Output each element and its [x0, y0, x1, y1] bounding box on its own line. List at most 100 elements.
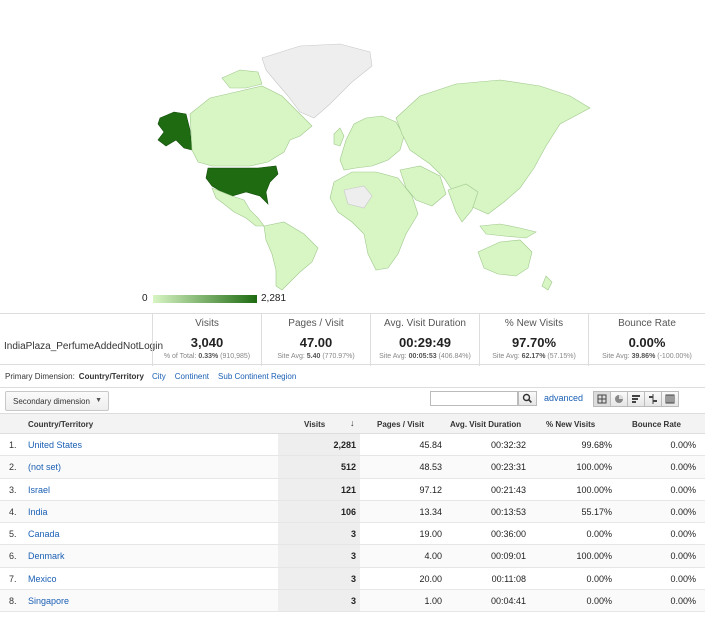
metric-sub-suffix: (57.15%) — [545, 353, 576, 360]
map-region-europe[interactable] — [339, 115, 405, 171]
metric-sub-suffix: (-100.00%) — [655, 353, 692, 360]
map-region-africa[interactable] — [329, 171, 419, 271]
header-avg-visit-duration[interactable]: Avg. Visit Duration — [450, 420, 521, 429]
table-row: 2. (not set) 512 48.53 00:23:31 100.00% 0.00% — [0, 456, 705, 479]
table-header: Country/Territory Visits ↓ Pages / Visit… — [0, 413, 705, 434]
secondary-dimension-label: Secondary dimension — [13, 397, 90, 406]
row-bounce-rate: 0.00% — [670, 529, 696, 540]
row-index: 6. — [9, 551, 17, 562]
search-button[interactable] — [518, 391, 537, 406]
header-country[interactable]: Country/Territory — [28, 420, 93, 429]
header-bounce-rate[interactable]: Bounce Rate — [632, 420, 681, 429]
row-index: 2. — [9, 462, 17, 473]
metric-subtext: Site Avg: 00:05:53 (406.84%) — [371, 353, 479, 360]
row-pages-per-visit: 20.00 — [419, 573, 442, 584]
metric-label: % New Visits — [504, 318, 564, 329]
view-switcher — [593, 391, 679, 407]
row-avg-visit-duration: 00:36:00 — [490, 529, 526, 540]
pivot-view-icon[interactable] — [661, 391, 679, 407]
row-index: 1. — [9, 440, 17, 450]
metric-subtext: Site Avg: 39.86% (-100.00%) — [589, 353, 705, 360]
primary-dimension-current: Country/Territory — [78, 372, 144, 381]
primary-dimension-continent[interactable]: Continent — [175, 372, 209, 381]
search-icon — [522, 393, 532, 403]
row-avg-visit-duration: 00:04:41 — [490, 596, 526, 607]
map-region-australia[interactable] — [477, 239, 533, 277]
table-search-input[interactable] — [430, 391, 518, 406]
comparison-view-icon[interactable] — [644, 391, 662, 407]
row-avg-visit-duration: 00:21:43 — [490, 484, 526, 495]
row-country-link[interactable]: (not set) — [28, 462, 61, 472]
metric-sub-prefix: % of Total: — [163, 353, 199, 360]
header-pages-per-visit[interactable]: Pages / Visit — [377, 420, 424, 429]
metric-sub-suffix: (406.84%) — [436, 353, 471, 360]
table-row: 4. India 106 13.34 00:13:53 55.17% 0.00% — [0, 500, 705, 524]
performance-view-icon[interactable] — [627, 391, 645, 407]
metric-bounce-rate: Bounce Rate 0.00% Site Avg: 39.86% (-100… — [588, 314, 705, 366]
row-pages-per-visit: 1.00 — [424, 596, 442, 607]
advanced-filter-link[interactable]: advanced — [544, 393, 583, 403]
row-new-visits: 0.00% — [586, 573, 612, 584]
metric-sub-suffix: (910,985) — [218, 353, 251, 360]
row-visits: 512 — [278, 456, 360, 478]
row-avg-visit-duration: 00:23:31 — [490, 462, 526, 473]
metric-sub-prefix: Site Avg: — [379, 353, 409, 360]
row-country-link[interactable]: Singapore — [28, 596, 69, 606]
metric-subtext: Site Avg: 5.40 (770.97%) — [262, 353, 370, 360]
row-new-visits: 100.00% — [576, 551, 612, 562]
row-country-link[interactable]: Canada — [28, 529, 60, 539]
metric-label: Avg. Visit Duration — [384, 318, 466, 329]
row-visits: 2,281 — [278, 434, 360, 456]
header-visits[interactable]: Visits — [304, 420, 325, 429]
row-new-visits: 0.00% — [586, 529, 612, 540]
map-region-alaska[interactable] — [157, 111, 193, 151]
table-row: 6. Denmark 3 4.00 00:09:01 100.00% 0.00% — [0, 545, 705, 568]
row-country-link[interactable]: India — [28, 507, 48, 517]
metric-value: 0.00% — [628, 335, 666, 350]
primary-dimension-city[interactable]: City — [152, 372, 166, 381]
secondary-dimension-dropdown[interactable]: Secondary dimension ▼ — [5, 391, 109, 411]
table-row: 1. United States 2,281 45.84 00:32:32 99.68% 0… — [0, 434, 705, 457]
metric-sub-value: 0.33% — [198, 353, 219, 360]
data-table: Country/Territory Visits ↓ Pages / Visit… — [0, 413, 705, 613]
metric-subtext: % of Total: 0.33% (910,985) — [153, 353, 261, 360]
metric-avg-visit-duration: Avg. Visit Duration 00:29:49 Site Avg: 0… — [370, 314, 479, 366]
map-region-canada-islands[interactable] — [221, 69, 263, 89]
metric-value: 47.00 — [299, 335, 333, 350]
table-view-icon[interactable] — [593, 391, 611, 407]
segment-label: IndiaPlaza_PerfumeAddedNotLogin — [4, 341, 163, 352]
map-legend: 0 2,281 — [142, 292, 302, 306]
map-region-uk[interactable] — [333, 127, 345, 147]
legend-max: 2,281 — [261, 293, 287, 304]
world-map[interactable] — [0, 0, 719, 300]
metric-subtext: Site Avg: 62.17% (57.15%) — [480, 353, 588, 360]
pie-view-icon[interactable] — [610, 391, 628, 407]
map-region-south-america[interactable] — [263, 221, 319, 291]
header-new-visits[interactable]: % New Visits — [546, 420, 595, 429]
metric-label: Visits — [195, 318, 219, 329]
row-country-link[interactable]: Israel — [28, 485, 50, 495]
metric-visits: Visits 3,040 % of Total: 0.33% (910,985) — [152, 314, 261, 366]
map-region-indonesia[interactable] — [479, 223, 537, 239]
primary-dimension-sub-continent[interactable]: Sub Continent Region — [218, 372, 296, 381]
row-new-visits: 55.17% — [581, 506, 612, 517]
row-country-link[interactable]: United States — [28, 440, 82, 450]
row-pages-per-visit: 45.84 — [419, 440, 442, 450]
row-pages-per-visit: 97.12 — [419, 484, 442, 495]
metric-sub-prefix: Site Avg: — [602, 353, 632, 360]
row-country-link[interactable]: Denmark — [28, 551, 65, 561]
metric-label: Pages / Visit — [288, 318, 344, 329]
row-new-visits: 99.68% — [581, 440, 612, 450]
row-index: 3. — [9, 484, 17, 495]
metric-sub-suffix: (770.97%) — [320, 353, 355, 360]
sort-down-icon[interactable]: ↓ — [350, 418, 355, 428]
map-region-new-zealand[interactable] — [541, 275, 553, 291]
summary-metrics: IndiaPlaza_PerfumeAddedNotLogin Visits 3… — [0, 313, 705, 366]
table-row: 5. Canada 3 19.00 00:36:00 0.00% 0.00% — [0, 523, 705, 546]
row-visits: 3 — [278, 590, 360, 612]
row-country-link[interactable]: Mexico — [28, 574, 57, 584]
row-index: 7. — [9, 573, 17, 584]
row-index: 8. — [9, 596, 17, 607]
row-visits: 3 — [278, 567, 360, 590]
map-region-india[interactable] — [447, 183, 479, 223]
